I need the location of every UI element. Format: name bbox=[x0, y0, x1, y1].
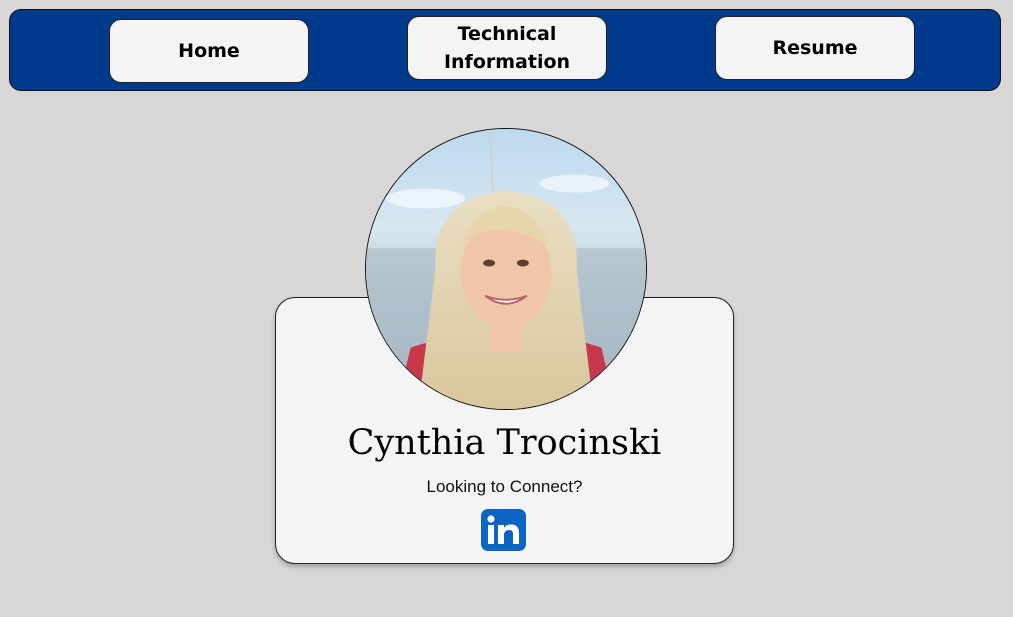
connect-tagline: Looking to Connect? bbox=[426, 477, 583, 496]
home-button[interactable]: Home bbox=[109, 19, 309, 83]
resume-button[interactable]: Resume bbox=[715, 16, 915, 80]
technical-label-line1: Technical bbox=[457, 23, 557, 45]
technical-label-line2: Information bbox=[443, 51, 571, 73]
technical-information-button-label: Technical Information bbox=[444, 20, 570, 76]
technical-information-button[interactable]: Technical Information bbox=[407, 16, 607, 80]
resume-button-label: Resume bbox=[772, 37, 858, 59]
top-navigation-bar: Home Technical Information Resume bbox=[9, 9, 1001, 91]
profile-photo bbox=[365, 128, 647, 410]
home-button-label: Home bbox=[178, 40, 240, 62]
profile-name: Cynthia Trocinski bbox=[347, 423, 662, 463]
linkedin-icon[interactable] bbox=[481, 509, 526, 551]
